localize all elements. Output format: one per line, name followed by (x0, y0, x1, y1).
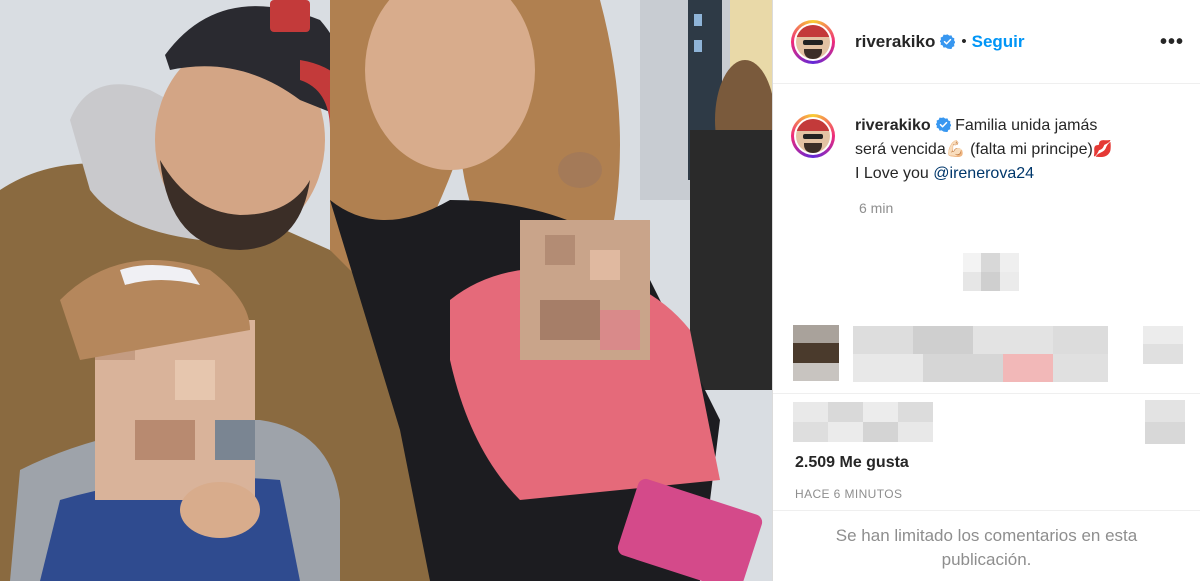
caption-time: 6 min (859, 200, 894, 216)
username[interactable]: riverakiko (855, 32, 935, 52)
more-options-icon[interactable]: ••• (1160, 32, 1184, 52)
photo-illustration (0, 0, 772, 581)
verified-badge-icon (940, 34, 956, 49)
caption-avatar[interactable] (791, 114, 835, 158)
post-photo[interactable] (0, 0, 772, 581)
caption-username[interactable]: riverakiko (855, 117, 931, 134)
post-header: riverakiko • Seguir ••• (773, 0, 1200, 84)
censored-avatar (793, 325, 839, 381)
censored-save-icon[interactable] (1145, 400, 1185, 444)
comments-limited-notice: Se han limitado los comentarios en esta … (773, 510, 1200, 581)
caption: riverakiko Familia unida jamás será venc… (773, 84, 1200, 186)
kiss-mark-emoji: 💋 (1092, 141, 1113, 158)
mention-link[interactable]: @irenerova24 (933, 165, 1034, 182)
actions-divider (773, 393, 1200, 394)
caption-text: riverakiko Familia unida jamás será venc… (855, 114, 1113, 186)
post-sidebar: riverakiko • Seguir ••• riverakiko Famil… (772, 0, 1200, 581)
caption-line-3: I Love you (855, 165, 934, 182)
caption-line-2-rest: (falta mi principe) (965, 141, 1093, 158)
post-timestamp: HACE 6 MINUTOS (795, 487, 903, 501)
censored-icon (1143, 326, 1183, 364)
caption-line-2: será vencida (855, 141, 946, 158)
caption-line-1: Familia unida jamás (955, 117, 1098, 134)
censored-comment (853, 326, 1108, 382)
censored-action-icons[interactable] (793, 402, 933, 442)
follow-button[interactable]: Seguir (972, 32, 1025, 52)
like-count[interactable]: 2.509 Me gusta (795, 454, 909, 472)
caption-verified-badge-icon (935, 117, 951, 132)
instagram-post: riverakiko • Seguir ••• riverakiko Famil… (0, 0, 1200, 581)
flexed-biceps-emoji: 💪🏻 (945, 141, 966, 158)
separator-dot: • (961, 33, 967, 50)
censored-block (963, 253, 1019, 291)
avatar[interactable] (791, 19, 835, 64)
